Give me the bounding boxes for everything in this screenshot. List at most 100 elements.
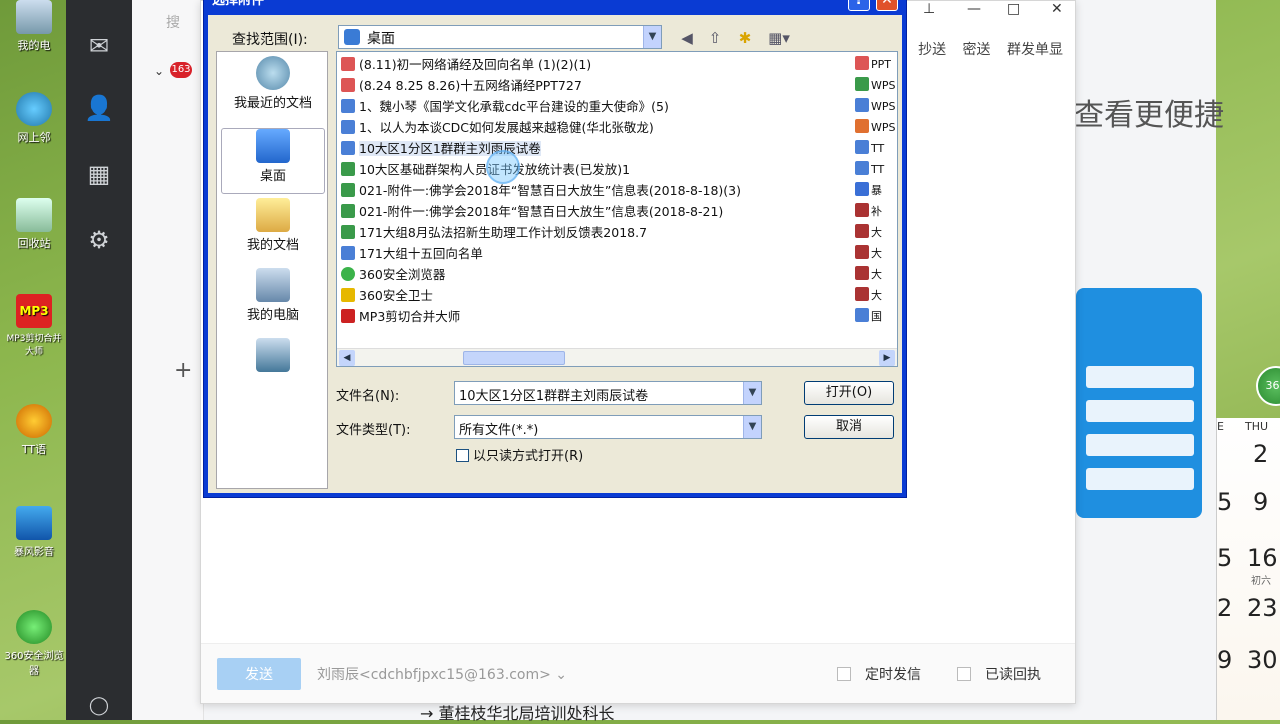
desktop-player[interactable]: 暴风影音 (4, 506, 64, 558)
mail-icon[interactable]: ✉ (83, 30, 115, 62)
place-desktop[interactable]: 桌面 (221, 128, 325, 194)
file-item-col2[interactable]: 大 (855, 222, 897, 243)
new-folder-icon[interactable]: ✱ (734, 27, 756, 49)
add-icon[interactable]: + (174, 358, 192, 383)
file-item-col2[interactable]: 补 (855, 201, 897, 222)
desktop-icon-label: 我的电 (17, 39, 51, 52)
file-item-col2[interactable]: 大 (855, 243, 897, 264)
file-item-col2[interactable]: WPS (855, 96, 897, 117)
close-icon[interactable]: ✕ (1051, 1, 1063, 17)
mp3-icon: MP3 (16, 294, 52, 328)
maximize-icon[interactable]: □ (1007, 1, 1020, 17)
file-item[interactable]: 360安全浏览器 (341, 264, 445, 285)
file-item[interactable]: (8.24 8.25 8.26)十五网络诵经PPT727 (341, 75, 582, 96)
dialog-title: 选择附件 (212, 0, 265, 8)
tt-icon (16, 404, 52, 438)
contacts-icon[interactable]: 👤 (83, 92, 115, 124)
desktop-icon-label: 暴风影音 (14, 547, 54, 558)
ppt-file-icon (855, 56, 869, 70)
place-network[interactable] (221, 338, 325, 404)
cursor-highlight (486, 150, 520, 184)
look-in-select[interactable]: 桌面 ▼ (338, 25, 662, 49)
readonly-checkbox[interactable]: 以只读方式打开(R) (456, 445, 583, 464)
file-item[interactable]: MP3剪切合并大师 (341, 306, 460, 327)
filename-input[interactable]: 10大区1分区1群群主刘雨辰试卷 ▼ (454, 381, 762, 405)
send-button[interactable]: 发送 (217, 658, 301, 690)
calendar-day: 2 (1217, 594, 1233, 622)
chevron-down-icon[interactable]: ⌄ (154, 64, 164, 78)
computer-icon (16, 0, 52, 34)
file-item-col2[interactable]: TT (855, 159, 897, 180)
file-item-col2[interactable]: 大 (855, 285, 897, 306)
read-receipt-checkbox[interactable]: 已读回执 (957, 664, 1041, 684)
promo-card (1076, 288, 1202, 518)
file-item-col2[interactable]: 国 (855, 306, 897, 327)
search-input[interactable]: 搜 (166, 12, 180, 32)
filetype-select[interactable]: 所有文件(*.*) ▼ (454, 415, 762, 439)
file-item[interactable]: 021-附件一:佛学会2018年“智慧百日大放生”信息表(2018-8-21) (341, 201, 723, 222)
my-documents-icon (256, 198, 290, 232)
file-item[interactable]: 1、魏小琴《国学文化承载cdc平台建设的重大使命》(5) (341, 96, 669, 117)
chevron-down-icon[interactable]: ▼ (743, 416, 761, 438)
file-item-col2[interactable]: 大 (855, 264, 897, 285)
file-item-col2[interactable]: WPS (855, 75, 897, 96)
file-item[interactable]: 021-附件一:佛学会2018年“智慧百日大放生”信息表(2018-8-18)(… (341, 180, 741, 201)
pin-icon[interactable]: ⊥ (923, 1, 935, 17)
desktop-tt[interactable]: TT语 (4, 404, 64, 457)
file-item[interactable]: (8.11)初一网络诵经及回向名单 (1)(2)(1) (341, 54, 591, 75)
from-address[interactable]: 刘雨辰<cdchbfjpxc15@163.com> ⌄ (317, 664, 567, 684)
minimize-icon[interactable]: — (967, 1, 981, 17)
file-name: WPS (871, 100, 896, 113)
file-list[interactable]: (8.11)初一网络诵经及回向名单 (1)(2)(1) (8.24 8.25 8… (336, 51, 898, 367)
calendar-icon[interactable]: ▦ (83, 158, 115, 190)
chat-icon[interactable]: ◯ (83, 690, 115, 722)
look-in-value: 桌面 (367, 31, 395, 47)
file-item[interactable]: 1、以人为本谈CDC如何发展越来越稳健(华北张敬龙) (341, 117, 654, 138)
scroll-right-icon[interactable]: ▶ (879, 350, 895, 366)
recipient-options[interactable]: 抄送 密送 群发单显 (918, 39, 1063, 59)
file-item[interactable]: 171大组8月弘法招新生助理工作计划反馈表2018.7 (341, 222, 647, 243)
help-button[interactable]: ? (848, 0, 870, 11)
place-label: 我最近的文档 (233, 96, 312, 111)
desktop-network[interactable]: 网上邻 (4, 92, 64, 145)
open-button[interactable]: 打开(O) (804, 381, 894, 405)
desktop-computer[interactable]: 我的电 (4, 0, 64, 53)
doc-file-icon (341, 141, 355, 155)
cancel-button[interactable]: 取消 (804, 415, 894, 439)
wps-file-icon (855, 119, 869, 133)
desktop-browser[interactable]: 360安全浏览器 (4, 610, 64, 677)
view-menu-icon[interactable]: ▦▾ (764, 27, 794, 49)
file-name: (8.11)初一网络诵经及回向名单 (1)(2)(1) (359, 57, 592, 72)
chevron-down-icon[interactable]: ▼ (643, 26, 661, 48)
place-documents[interactable]: 我的文档 (221, 198, 325, 264)
file-name: 1、魏小琴《国学文化承载cdc平台建设的重大使命》(5) (359, 99, 669, 114)
up-folder-icon[interactable]: ⇧ (704, 27, 726, 49)
gear-icon[interactable]: ⚙ (83, 224, 115, 256)
scroll-left-icon[interactable]: ◀ (339, 350, 355, 366)
place-recent[interactable]: 我最近的文档 (221, 56, 325, 122)
desktop-recycle-bin[interactable]: 回收站 (4, 198, 64, 251)
file-open-dialog: 选择附件 ? ✕ 查找范围(I): 桌面 ▼ ◀ ⇧ ✱ ▦▾ 我最近的文档 桌… (203, 0, 907, 498)
file-name: 171大组十五回向名单 (359, 246, 483, 261)
scrollbar-thumb[interactable] (463, 351, 565, 365)
desktop-icon (256, 129, 290, 163)
back-icon[interactable]: ◀ (676, 27, 698, 49)
file-item[interactable]: 360安全卫士 (341, 285, 433, 306)
file-item[interactable]: 171大组十五回向名单 (341, 243, 483, 264)
account-badge[interactable]: 163 (170, 62, 192, 78)
360-badge-icon[interactable]: 360 (1256, 366, 1280, 406)
horizontal-scrollbar[interactable]: ◀ ▶ (337, 348, 897, 366)
places-bar: 我最近的文档 桌面 我的文档 我的电脑 (216, 51, 328, 489)
file-item-col2[interactable]: WPS (855, 117, 897, 138)
desktop-mp3[interactable]: MP3 MP3剪切合并大师 (4, 294, 64, 357)
file-item-col2[interactable]: 暴 (855, 180, 897, 201)
dialog-close-button[interactable]: ✕ (876, 0, 898, 11)
chevron-down-icon[interactable]: ▼ (743, 382, 761, 404)
timed-send-checkbox[interactable]: 定时发信 (837, 664, 921, 684)
archive-file-icon (855, 245, 869, 259)
file-item-col2[interactable]: TT (855, 138, 897, 159)
ppt-file-icon (341, 57, 355, 71)
archive-file-icon (855, 287, 869, 301)
place-computer[interactable]: 我的电脑 (221, 268, 325, 334)
file-item-col2[interactable]: PPT (855, 54, 897, 75)
